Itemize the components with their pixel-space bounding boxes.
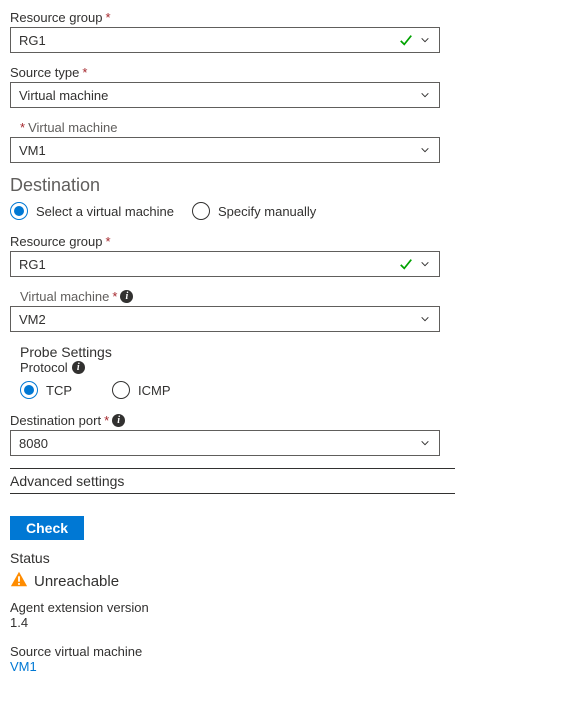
label-text: Source type <box>10 65 79 80</box>
check-button[interactable]: Check <box>10 516 84 540</box>
radio-label: ICMP <box>138 383 171 398</box>
select-value: VM1 <box>19 143 419 158</box>
agent-version-value: 1.4 <box>10 615 575 630</box>
info-icon[interactable]: i <box>112 414 125 427</box>
required-asterisk: * <box>20 120 25 135</box>
label-text: Virtual machine <box>28 120 117 135</box>
radio-label: TCP <box>46 383 72 398</box>
source-resource-group-label: Resource group * <box>10 10 575 25</box>
label-text: Protocol <box>20 360 68 375</box>
radio-specify-manually[interactable]: Specify manually <box>192 202 316 220</box>
warning-icon <box>10 570 28 592</box>
source-vm-result-link[interactable]: VM1 <box>10 659 575 674</box>
chevron-down-icon <box>419 258 431 270</box>
chevron-down-icon <box>419 89 431 101</box>
dest-port-select[interactable]: 8080 <box>10 430 440 456</box>
status-heading: Status <box>10 550 575 566</box>
required-asterisk: * <box>112 289 117 304</box>
radio-icon <box>112 381 130 399</box>
radio-icon <box>10 202 28 220</box>
agent-version-label: Agent extension version <box>10 600 575 615</box>
radio-tcp[interactable]: TCP <box>20 381 72 399</box>
select-value: 8080 <box>19 436 419 451</box>
select-value: VM2 <box>19 312 419 327</box>
advanced-settings-toggle[interactable]: Advanced settings <box>10 468 455 494</box>
label-text: Virtual machine <box>20 289 109 304</box>
source-vm-result: Source virtual machine VM1 <box>10 644 575 674</box>
required-asterisk: * <box>106 234 111 249</box>
dest-resource-group-label: Resource group * <box>10 234 575 249</box>
validated-check-icon <box>399 33 413 47</box>
radio-label: Select a virtual machine <box>36 204 174 219</box>
radio-label: Specify manually <box>218 204 316 219</box>
label-text: Resource group <box>10 234 103 249</box>
source-resource-group-select[interactable]: RG1 <box>10 27 440 53</box>
required-asterisk: * <box>104 413 109 428</box>
radio-select-vm[interactable]: Select a virtual machine <box>10 202 174 220</box>
label-text: Resource group <box>10 10 103 25</box>
source-type-label: Source type * <box>10 65 575 80</box>
select-value: RG1 <box>19 257 419 272</box>
source-type-select[interactable]: Virtual machine <box>10 82 440 108</box>
dest-vm-select[interactable]: VM2 <box>10 306 440 332</box>
radio-icon <box>20 381 38 399</box>
protocol-label: Protocol i <box>10 360 575 375</box>
radio-icmp[interactable]: ICMP <box>112 381 171 399</box>
status-value: Unreachable <box>34 573 119 590</box>
agent-version: Agent extension version 1.4 <box>10 600 575 630</box>
advanced-label: Advanced settings <box>10 473 124 489</box>
chevron-down-icon <box>419 144 431 156</box>
info-icon[interactable]: i <box>72 361 85 374</box>
status-row: Unreachable <box>10 570 575 592</box>
validated-check-icon <box>399 257 413 271</box>
dest-vm-label: Virtual machine* i <box>10 289 575 304</box>
required-asterisk: * <box>106 10 111 25</box>
chevron-down-icon <box>419 437 431 449</box>
label-text: Destination port <box>10 413 101 428</box>
source-vm-select[interactable]: VM1 <box>10 137 440 163</box>
chevron-down-icon <box>419 313 431 325</box>
destination-mode-radiogroup: Select a virtual machine Specify manuall… <box>10 202 575 220</box>
dest-resource-group-select[interactable]: RG1 <box>10 251 440 277</box>
source-vm-result-label: Source virtual machine <box>10 644 575 659</box>
destination-heading: Destination <box>10 175 575 196</box>
radio-icon <box>192 202 210 220</box>
chevron-down-icon <box>419 34 431 46</box>
dest-port-label: Destination port * i <box>10 413 575 428</box>
probe-settings-heading: Probe Settings <box>10 344 575 360</box>
required-asterisk: * <box>82 65 87 80</box>
info-icon[interactable]: i <box>120 290 133 303</box>
protocol-radiogroup: TCP ICMP <box>10 381 575 399</box>
select-value: RG1 <box>19 33 419 48</box>
source-vm-label: * Virtual machine <box>10 120 575 135</box>
select-value: Virtual machine <box>19 88 419 103</box>
